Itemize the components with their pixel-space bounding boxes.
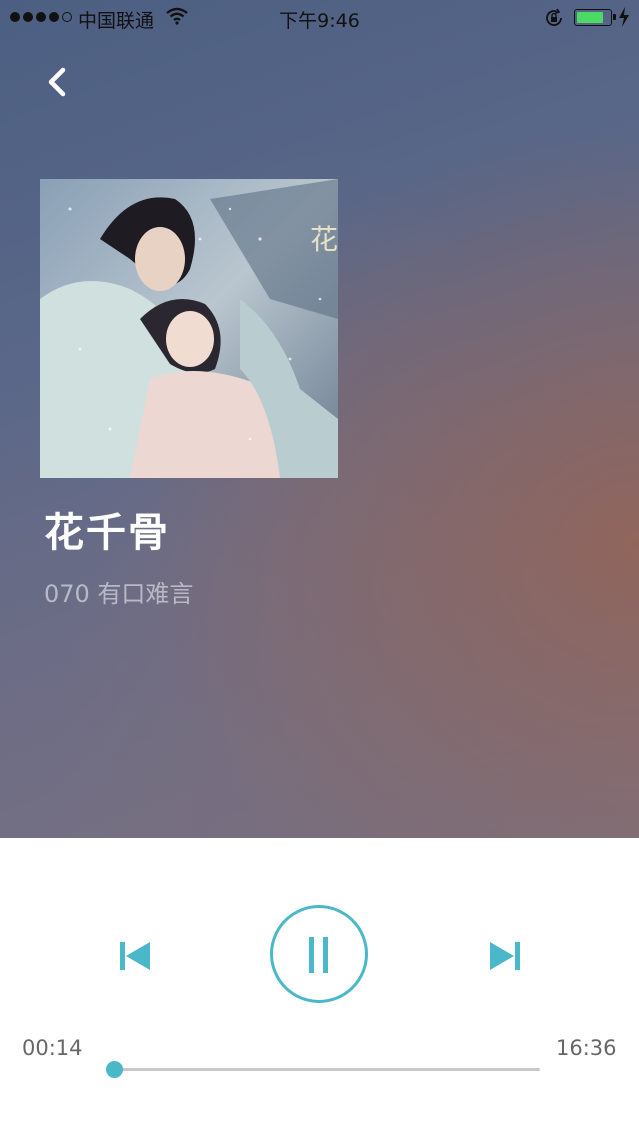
chevron-left-icon [48, 67, 66, 97]
progress-handle[interactable] [106, 1061, 124, 1078]
progress-slider[interactable] [106, 1061, 540, 1078]
back-button[interactable] [36, 60, 80, 104]
next-button[interactable] [484, 936, 524, 976]
total-time: 16:36 [556, 1036, 617, 1060]
now-playing-background: 中国联通 下午9:46 花 花千骨 070 有口难言 [0, 0, 639, 838]
charging-bolt-icon [618, 7, 630, 32]
album-title: 花千骨 [44, 510, 170, 556]
orientation-lock-icon [544, 8, 564, 33]
previous-button[interactable] [116, 936, 156, 976]
album-cover: 花 [40, 179, 338, 478]
next-icon [490, 942, 520, 970]
status-bar: 中国联通 下午9:46 [0, 0, 639, 36]
current-time: 00:14 [22, 1036, 83, 1060]
pause-icon [270, 905, 368, 1003]
episode-title: 070 有口难言 [44, 580, 194, 608]
player-controls: 00:14 16:36 [0, 838, 639, 1136]
svg-text:花: 花 [310, 223, 338, 256]
battery-icon [574, 9, 616, 26]
previous-icon [120, 942, 150, 970]
pause-button[interactable] [269, 904, 369, 1004]
